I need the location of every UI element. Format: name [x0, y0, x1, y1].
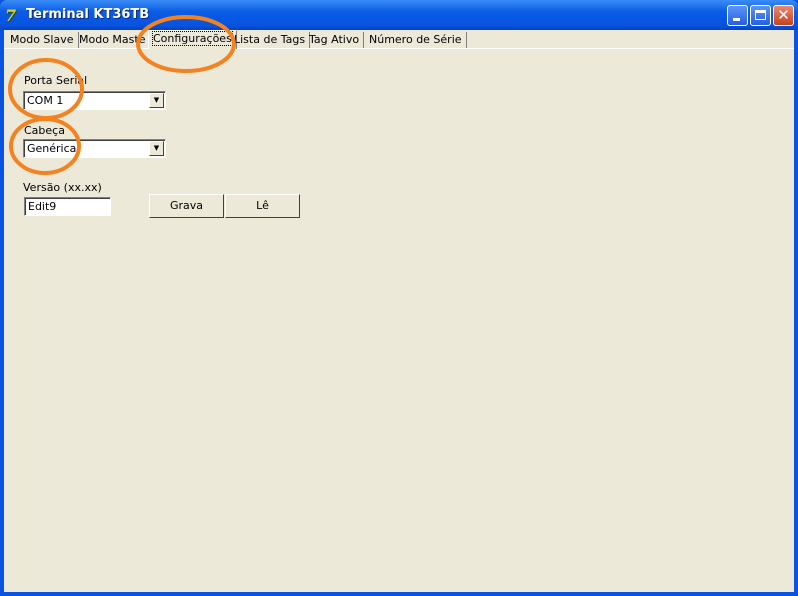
app-window: 7 Terminal KT36TB ✕ Modo Slave Modo Mast… — [0, 0, 798, 596]
le-button[interactable]: Lê — [225, 194, 300, 218]
maximize-button[interactable] — [750, 5, 771, 26]
minimize-button[interactable] — [727, 5, 748, 26]
chevron-down-icon[interactable]: ▼ — [149, 93, 164, 108]
title-bar: 7 Terminal KT36TB ✕ — [0, 0, 798, 30]
close-icon: ✕ — [777, 6, 790, 24]
tab-modo-master[interactable]: Modo Maste — [75, 32, 151, 48]
versao-input[interactable]: Edit9 — [24, 197, 111, 216]
tab-numero-de-serie[interactable]: Número de Série — [365, 32, 467, 48]
maximize-icon — [755, 10, 766, 20]
cabeca-label: Cabeça — [24, 124, 65, 137]
tab-tag-ativo[interactable]: Tag Ativo — [305, 32, 365, 48]
chevron-down-icon[interactable]: ▼ — [149, 141, 164, 156]
grava-button[interactable]: Grava — [149, 194, 224, 218]
porta-serial-label: Porta Serial — [24, 74, 88, 87]
tab-configuracoes[interactable]: Configurações — [148, 30, 237, 49]
minimize-icon — [733, 18, 740, 21]
delphi-icon: 7 — [5, 6, 17, 25]
tab-lista-de-tags[interactable]: Lista de Tags — [230, 32, 311, 48]
close-button[interactable]: ✕ — [773, 5, 794, 26]
versao-label: Versão (xx.xx) — [23, 181, 102, 194]
client-area: Modo Slave Modo Maste Configurações List… — [4, 30, 794, 592]
porta-serial-select[interactable]: COM 1 ▼ — [23, 91, 166, 110]
tab-modo-slave[interactable]: Modo Slave — [6, 32, 79, 48]
tab-strip-border — [4, 48, 794, 49]
window-title: Terminal KT36TB — [26, 7, 150, 22]
cabeca-select[interactable]: Genérica ▼ — [23, 139, 166, 158]
